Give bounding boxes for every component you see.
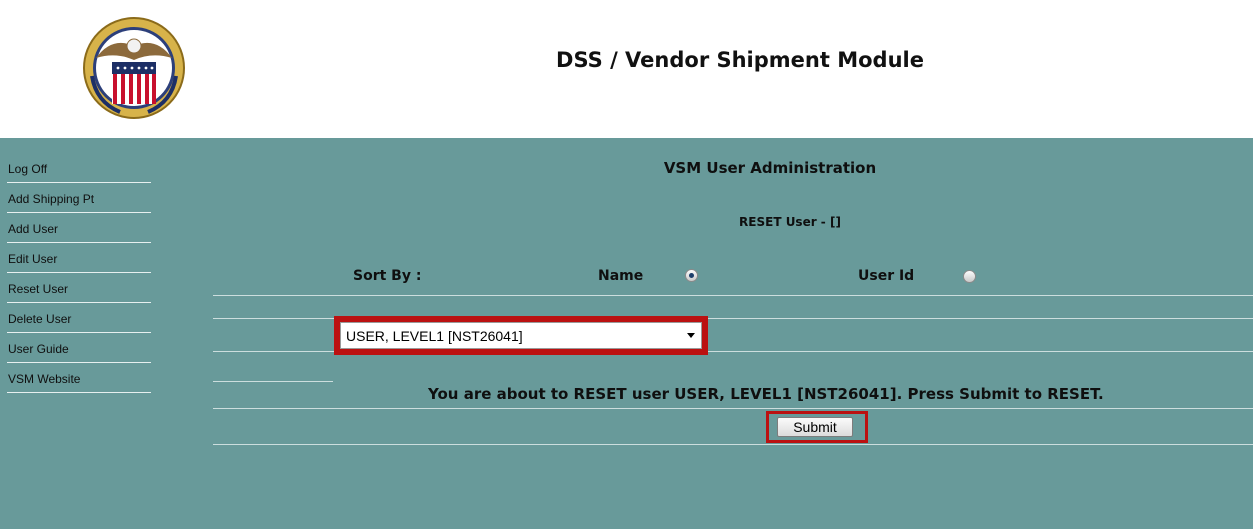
page-header: DSS / Vendor Shipment Module	[0, 0, 1253, 138]
sort-option-userid-label: User Id	[858, 268, 915, 284]
user-select-highlight: USER, LEVEL1 [NST26041]	[334, 316, 708, 355]
sidebar-nav: Log Off Add Shipping Pt Add User Edit Us…	[7, 152, 151, 393]
sidebar-item-log-off[interactable]: Log Off	[7, 152, 151, 183]
sidebar-item-add-shipping-pt[interactable]: Add Shipping Pt	[7, 183, 151, 213]
reset-confirmation-message: You are about to RESET user USER, LEVEL1…	[428, 385, 1104, 403]
divider-line	[213, 381, 333, 382]
sidebar-item-edit-user[interactable]: Edit User	[7, 243, 151, 273]
app-title: DSS / Vendor Shipment Module	[556, 48, 924, 72]
sidebar-item-delete-user[interactable]: Delete User	[7, 303, 151, 333]
dla-seal-icon	[82, 16, 186, 120]
submit-button[interactable]: Submit	[777, 417, 853, 437]
sort-userid-radio[interactable]	[963, 270, 976, 283]
sidebar-item-reset-user[interactable]: Reset User	[7, 273, 151, 303]
sidebar-item-vsm-website[interactable]: VSM Website	[7, 363, 151, 393]
chevron-down-icon	[687, 333, 695, 338]
divider-line	[213, 295, 1253, 296]
sidebar-item-add-user[interactable]: Add User	[7, 213, 151, 243]
main-panel: Log Off Add Shipping Pt Add User Edit Us…	[0, 138, 1253, 529]
sort-by-label: Sort By :	[353, 268, 422, 284]
sort-name-radio[interactable]	[685, 269, 698, 282]
divider-line	[213, 408, 1253, 409]
user-select[interactable]: USER, LEVEL1 [NST26041]	[340, 322, 702, 349]
reset-user-label: RESET User - []	[739, 215, 841, 229]
submit-highlight: Submit	[766, 411, 868, 443]
divider-line	[213, 444, 1253, 445]
user-select-value: USER, LEVEL1 [NST26041]	[346, 328, 523, 344]
sort-option-name-label: Name	[598, 268, 644, 284]
admin-title: VSM User Administration	[663, 159, 877, 177]
sidebar-item-user-guide[interactable]: User Guide	[7, 333, 151, 363]
